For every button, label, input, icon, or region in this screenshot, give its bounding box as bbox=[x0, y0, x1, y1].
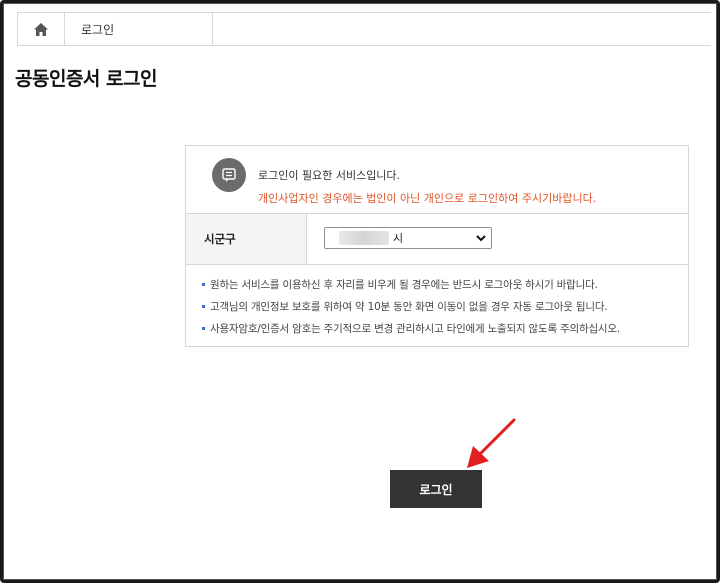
page-title: 공동인증서 로그인 bbox=[15, 68, 157, 90]
notice-text: 로그인이 필요한 서비스입니다. bbox=[258, 169, 401, 182]
region-row: 시군구 시 bbox=[186, 214, 688, 265]
home-icon bbox=[34, 22, 48, 36]
breadcrumb-home[interactable] bbox=[18, 13, 65, 45]
breadcrumb: 로그인 bbox=[17, 12, 711, 46]
info-item: 고객님의 개인정보 보호를 위하여 약 10분 동안 화면 이동이 없을 경우 … bbox=[202, 296, 688, 318]
login-button[interactable]: 로그인 bbox=[390, 470, 482, 508]
window-frame: 로그인 공동인증서 로그인 로그인이 필요한 서비스입니다. 개인사업자인 경우… bbox=[0, 0, 720, 583]
message-icon bbox=[212, 158, 246, 192]
info-list: 원하는 서비스를 이용하신 후 자리를 비우게 될 경우에는 반드시 로그아웃 … bbox=[186, 265, 688, 340]
annotation-arrow-icon bbox=[467, 418, 516, 468]
region-select-value: 시 bbox=[393, 232, 404, 245]
breadcrumb-current[interactable]: 로그인 bbox=[65, 13, 213, 45]
redacted-region-name bbox=[339, 231, 389, 245]
region-select[interactable]: 시 bbox=[324, 227, 492, 249]
login-panel: 로그인이 필요한 서비스입니다. 개인사업자인 경우에는 법인이 아닌 개인으로… bbox=[185, 145, 689, 347]
notice-section: 로그인이 필요한 서비스입니다. 개인사업자인 경우에는 법인이 아닌 개인으로… bbox=[186, 146, 688, 214]
info-item: 원하는 서비스를 이용하신 후 자리를 비우게 될 경우에는 반드시 로그아웃 … bbox=[202, 274, 688, 296]
info-item: 사용자암호/인증서 암호는 주기적으로 변경 관리하시고 타인에게 노출되지 않… bbox=[202, 318, 688, 340]
region-field: 시 bbox=[307, 214, 688, 264]
region-label: 시군구 bbox=[186, 214, 307, 264]
chevron-down-icon bbox=[476, 235, 486, 242]
notice-warning-text: 개인사업자인 경우에는 법인이 아닌 개인으로 로그인하여 주시기바랍니다. bbox=[258, 192, 597, 205]
